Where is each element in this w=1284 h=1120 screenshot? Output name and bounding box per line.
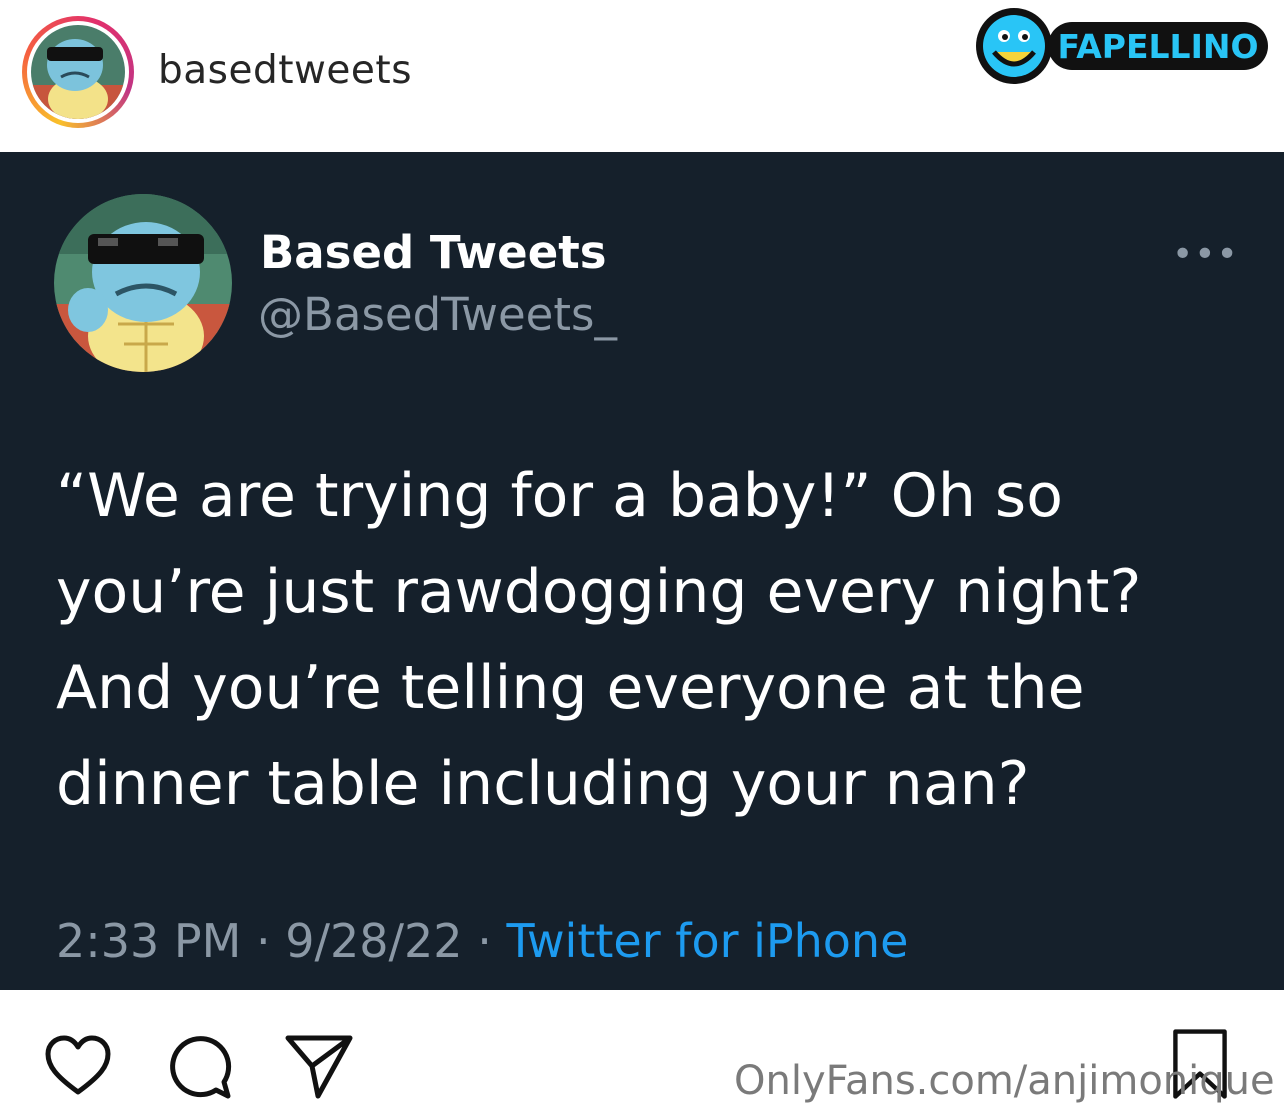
watermark: OnlyFans.com/anjimonique: [734, 1058, 1275, 1104]
username[interactable]: basedtweets: [158, 48, 412, 93]
post-header: basedtweets FAPELLINO: [0, 0, 1284, 152]
fapellino-logo: FAPELLINO: [976, 8, 1268, 84]
comment-icon[interactable]: [164, 1030, 236, 1102]
tweet-source-link[interactable]: Twitter for iPhone: [506, 914, 908, 968]
brand-logo-text: FAPELLINO: [1057, 27, 1258, 66]
tweet-time: 2:33 PM: [56, 914, 242, 968]
tweet-display-name[interactable]: Based Tweets: [260, 226, 607, 279]
meta-separator: ·: [241, 914, 286, 968]
more-dots-icon[interactable]: •••: [1172, 234, 1239, 275]
post-action-bar: OnlyFans.com/anjimonique: [0, 990, 1284, 1120]
tweet-text: “We are trying for a baby!” Oh so you’re…: [56, 461, 1142, 819]
avatar: [31, 25, 125, 119]
tweet-handle[interactable]: @BasedTweets_: [258, 288, 617, 341]
squirtle-avatar-icon: [31, 25, 125, 119]
story-ring[interactable]: [22, 16, 134, 128]
squirtle-sunglasses-icon: [54, 194, 232, 372]
tweet-date: 9/28/22: [285, 914, 463, 968]
tweet-avatar[interactable]: [54, 194, 232, 372]
tweet-meta: 2:33 PM · 9/28/22 · Twitter for iPhone: [56, 914, 908, 968]
meta-separator: ·: [462, 914, 507, 968]
tweet-card: Based Tweets @BasedTweets_ ••• “We are t…: [0, 152, 1284, 990]
heart-icon[interactable]: [42, 1030, 114, 1102]
send-icon[interactable]: [284, 1030, 356, 1102]
